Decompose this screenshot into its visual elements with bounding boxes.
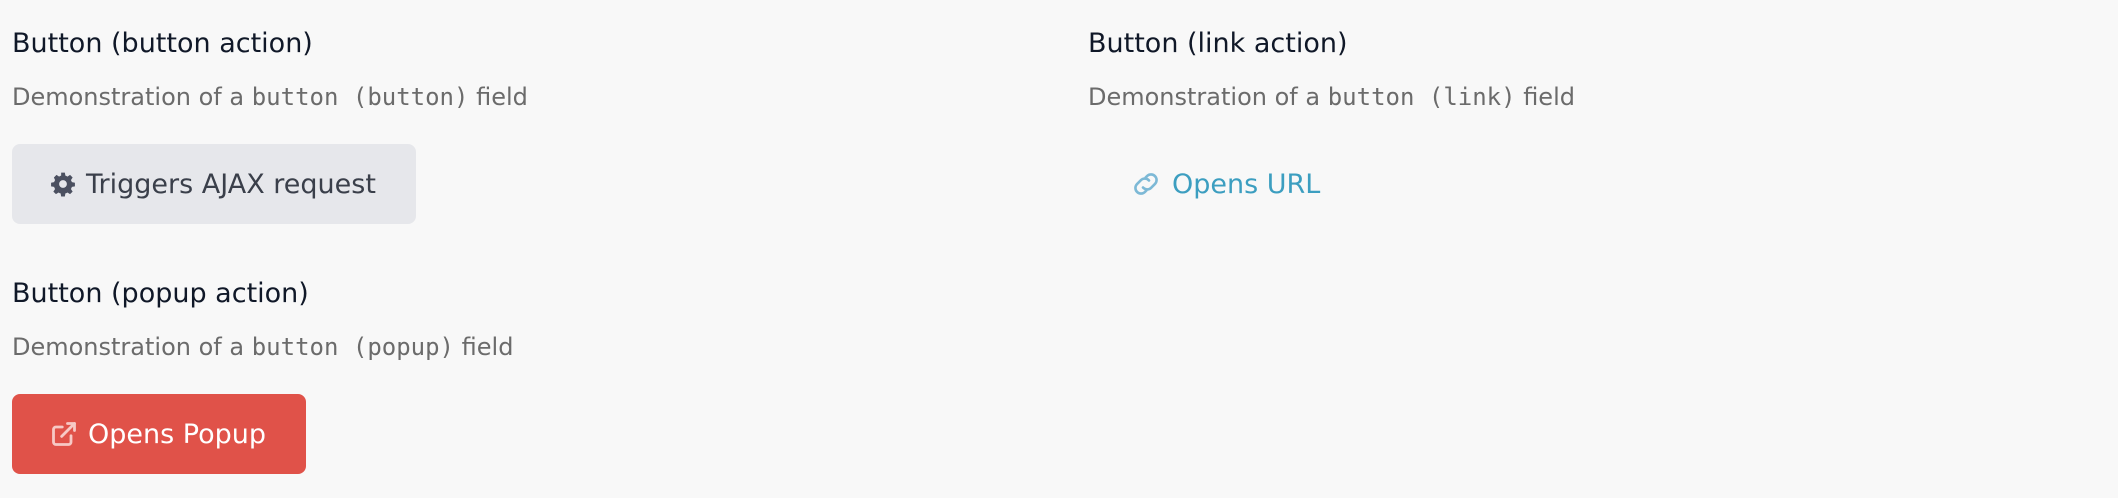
description-code: button (popup)	[251, 333, 455, 361]
field-title: Button (button action)	[12, 28, 313, 59]
field-title: Button (popup action)	[12, 278, 309, 309]
ajax-request-button[interactable]: Triggers AJAX request	[12, 144, 416, 224]
description-suffix: field	[1515, 83, 1575, 111]
field-description: Demonstration of a button (link) field	[1088, 80, 1575, 114]
description-suffix: field	[454, 333, 514, 361]
description-prefix: Demonstration of a	[12, 83, 252, 111]
description-code: button (link)	[1327, 83, 1516, 111]
field-popup-action: Button (popup action) Demonstration of a…	[12, 274, 513, 474]
description-prefix: Demonstration of a	[1088, 83, 1328, 111]
description-suffix: field	[468, 83, 528, 111]
field-link-action: Button (link action) Demonstration of a …	[1088, 24, 1575, 224]
open-url-link-label: Opens URL	[1172, 168, 1321, 200]
external-link-icon	[50, 420, 78, 448]
field-description: Demonstration of a button (button) field	[12, 80, 528, 114]
field-description: Demonstration of a button (popup) field	[12, 330, 513, 364]
gear-icon	[50, 171, 76, 197]
description-prefix: Demonstration of a	[12, 333, 252, 361]
ajax-request-button-label: Triggers AJAX request	[86, 168, 376, 200]
field-title: Button (link action)	[1088, 28, 1348, 59]
open-popup-button-label: Opens Popup	[88, 418, 266, 450]
open-url-link[interactable]: Opens URL	[1088, 144, 1362, 224]
field-button-action: Button (button action) Demonstration of …	[12, 24, 528, 224]
link-icon	[1130, 171, 1162, 197]
open-popup-button[interactable]: Opens Popup	[12, 394, 306, 474]
description-code: button (button)	[251, 83, 469, 111]
